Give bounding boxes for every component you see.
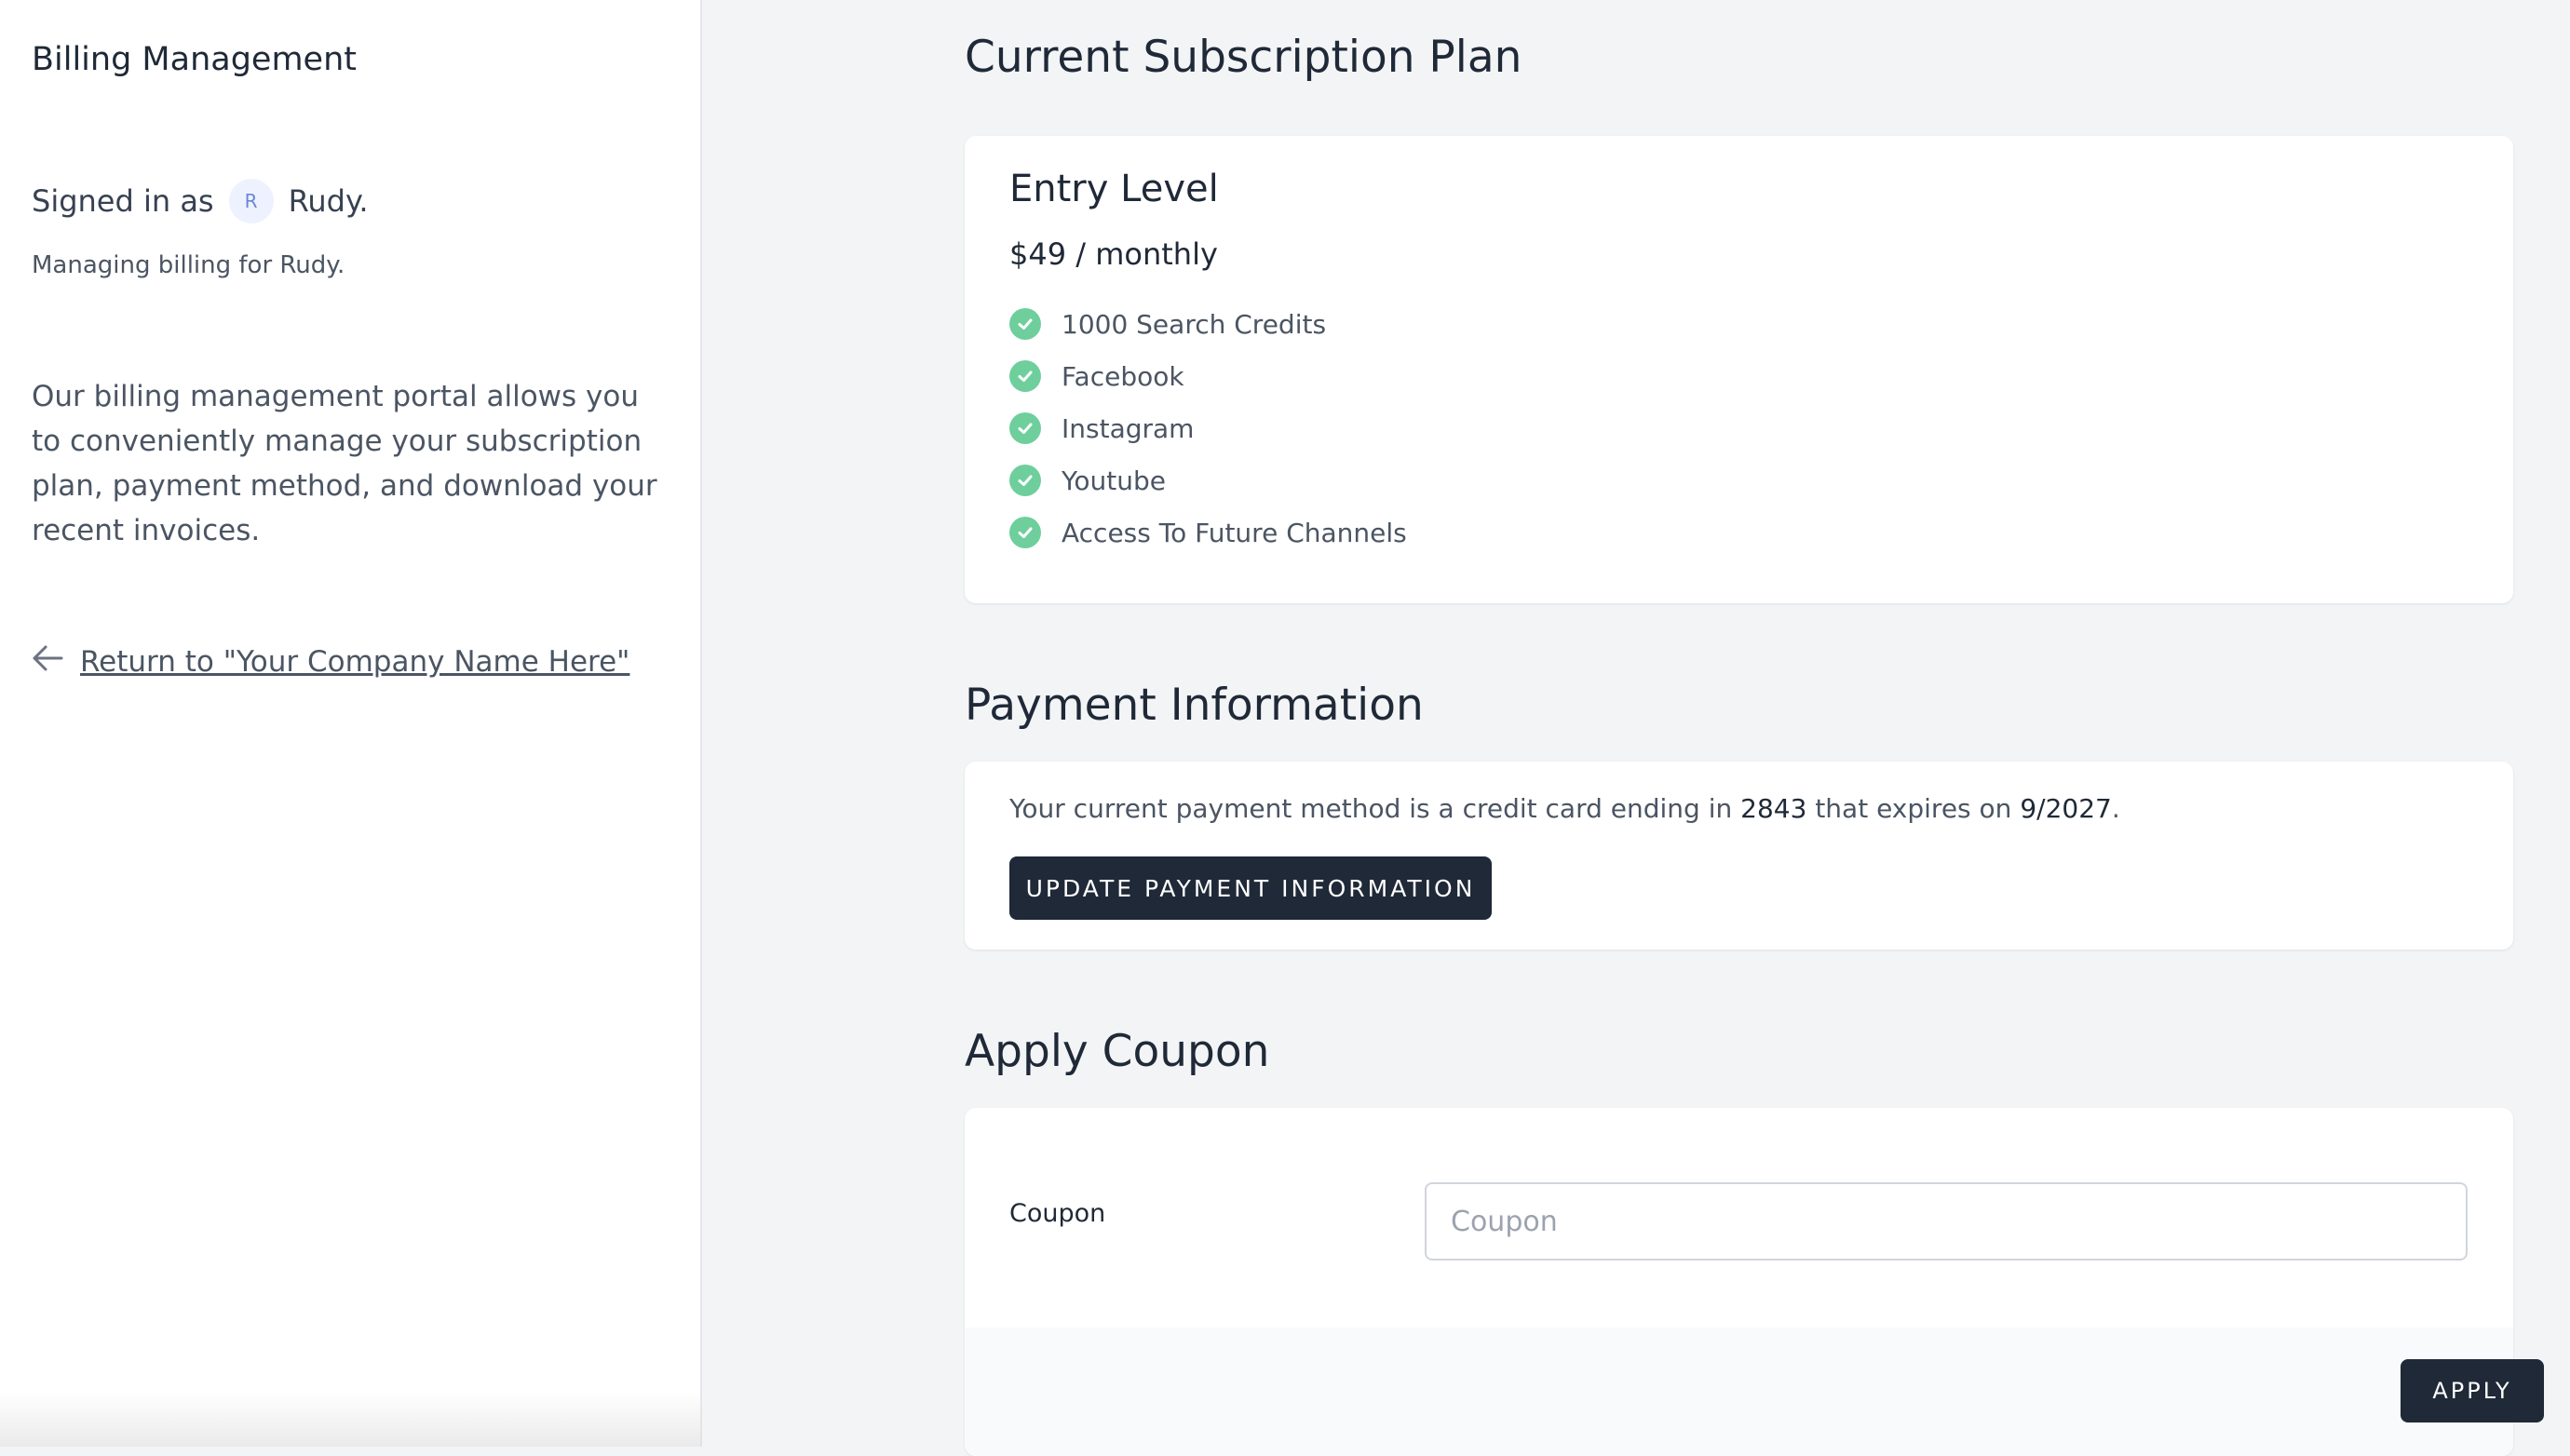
managing-billing-text: Managing billing for Rudy. [32, 251, 345, 279]
coupon-input[interactable] [1425, 1182, 2468, 1261]
feature-label: Instagram [1062, 412, 1195, 444]
avatar: R [228, 179, 274, 223]
subscription-card: Entry Level $49 / monthly 1000 Search Cr… [965, 136, 2513, 603]
subscription-heading: Current Subscription Plan [965, 32, 1522, 83]
sidebar: Billing Management Signed in as R Rudy. … [0, 0, 702, 1447]
feature-item: 1000 Search Credits [1009, 298, 1407, 350]
portal-description: Our billing management portal allows you… [32, 380, 657, 547]
plan-price: $49 / monthly [1009, 236, 1218, 272]
payment-text-suffix: . [2111, 793, 2120, 824]
coupon-footer: APPLY [965, 1328, 2544, 1456]
feature-item: Facebook [1009, 350, 1407, 402]
payment-text-middle: that expires on [1815, 793, 2012, 824]
coupon-label: Coupon [1009, 1199, 1106, 1228]
return-link[interactable]: Return to "Your Company Name Here" [32, 644, 629, 680]
payment-method-text: Your current payment method is a credit … [1009, 793, 2120, 824]
payment-heading: Payment Information [965, 680, 1424, 731]
plan-name: Entry Level [1009, 168, 1219, 210]
check-circle-icon [1009, 517, 1041, 548]
feature-label: 1000 Search Credits [1062, 308, 1327, 340]
payment-text-prefix: Your current payment method is a credit … [1009, 793, 1733, 824]
bottom-shadow [0, 1391, 702, 1447]
coupon-heading: Apply Coupon [965, 1026, 1270, 1077]
user-name: Rudy. [288, 183, 369, 219]
check-circle-icon [1009, 465, 1041, 496]
check-circle-icon [1009, 360, 1041, 392]
sidebar-title: Billing Management [32, 41, 357, 78]
card-expiry: 9/2027 [2020, 793, 2112, 824]
feature-label: Youtube [1062, 465, 1166, 496]
check-circle-icon [1009, 308, 1041, 340]
apply-coupon-button[interactable]: APPLY [2401, 1359, 2544, 1422]
check-circle-icon [1009, 412, 1041, 444]
signed-in-line: Signed in as R Rudy. [32, 179, 369, 223]
feature-item: Youtube [1009, 454, 1407, 506]
feature-item: Access To Future Channels [1009, 506, 1407, 559]
return-link-label[interactable]: Return to "Your Company Name Here" [80, 645, 629, 679]
card-last4: 2843 [1740, 793, 1807, 824]
feature-item: Instagram [1009, 402, 1407, 454]
signed-in-label: Signed in as [32, 183, 214, 219]
main-content: Current Subscription Plan Entry Level $4… [704, 0, 2570, 1456]
feature-label: Access To Future Channels [1062, 517, 1407, 548]
update-payment-button[interactable]: UPDATE PAYMENT INFORMATION [1009, 856, 1492, 920]
arrow-left-icon [32, 644, 63, 680]
feature-list: 1000 Search Credits Facebook Instagram Y… [1009, 298, 1407, 559]
payment-card: Your current payment method is a credit … [965, 762, 2513, 950]
coupon-card: Coupon APPLY [965, 1108, 2544, 1456]
feature-label: Facebook [1062, 360, 1184, 392]
